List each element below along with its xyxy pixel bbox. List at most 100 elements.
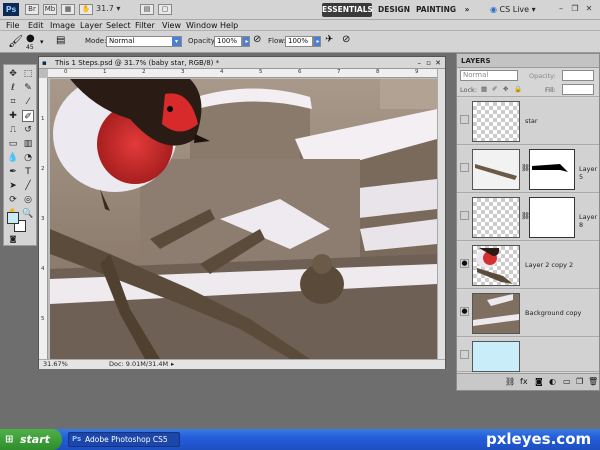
- menu-layer[interactable]: Layer: [80, 20, 102, 31]
- flow-arrow-icon[interactable]: ▸: [313, 36, 321, 47]
- quick-select-tool-icon[interactable]: ✎: [22, 82, 34, 94]
- brush-panel-icon[interactable]: ▤: [56, 36, 65, 46]
- menu-edit[interactable]: Edit: [28, 20, 44, 31]
- lock-position-icon[interactable]: ✥: [503, 85, 508, 93]
- menu-help[interactable]: Help: [220, 20, 238, 31]
- gradient-tool-icon[interactable]: ▥: [22, 138, 34, 150]
- mode-select[interactable]: Normal ▾: [106, 36, 182, 47]
- eraser-tool-icon[interactable]: ▭: [7, 138, 19, 150]
- bridge-icon[interactable]: Br: [25, 4, 39, 15]
- doc-minimize-icon[interactable]: –: [418, 57, 422, 69]
- extras-icon[interactable]: ▦: [61, 4, 75, 15]
- layer-name[interactable]: Layer 8: [579, 213, 599, 229]
- pressure-size-icon[interactable]: ⊘: [342, 35, 350, 45]
- visibility-toggle[interactable]: ●: [460, 259, 469, 268]
- layer-opacity-input[interactable]: [562, 70, 594, 81]
- menu-filter[interactable]: Filter: [135, 20, 155, 31]
- path-select-tool-icon[interactable]: ➤: [7, 180, 19, 192]
- dodge-tool-icon[interactable]: ◔: [22, 152, 34, 164]
- visibility-toggle[interactable]: [460, 115, 469, 124]
- 3d-rotate-tool-icon[interactable]: ⟳: [7, 194, 19, 206]
- status-zoom[interactable]: 31.67%: [43, 360, 68, 369]
- image-canvas[interactable]: [50, 79, 437, 359]
- history-brush-tool-icon[interactable]: ↺: [22, 124, 34, 136]
- flow-input[interactable]: 100%: [285, 36, 313, 47]
- lock-transparency-icon[interactable]: ▦: [481, 85, 487, 93]
- brush-tool-active-icon[interactable]: ✐: [22, 110, 34, 122]
- marquee-tool-icon[interactable]: ⬚: [22, 68, 34, 80]
- menu-window[interactable]: Window: [186, 20, 218, 31]
- minimize-icon[interactable]: –: [555, 3, 567, 14]
- quick-mask-icon[interactable]: ◙: [7, 233, 19, 245]
- menu-file[interactable]: File: [6, 20, 19, 31]
- status-arrow-icon[interactable]: ▸: [171, 360, 174, 369]
- restore-icon[interactable]: ❐: [569, 3, 581, 14]
- layer-row-partial[interactable]: [457, 338, 599, 372]
- visibility-toggle[interactable]: ●: [460, 307, 469, 316]
- layer-row-layer-5[interactable]: ⛓ Layer 5: [457, 146, 599, 193]
- add-mask-icon[interactable]: ◙: [535, 377, 543, 386]
- document-tab[interactable]: ▪ This 1 Steps.psd @ 31.7% (baby star, R…: [39, 57, 445, 69]
- menu-view[interactable]: View: [162, 20, 181, 31]
- workspace-essentials[interactable]: ESSENTIALS: [322, 3, 373, 17]
- new-layer-icon[interactable]: ❐: [576, 377, 583, 386]
- menu-select[interactable]: Select: [106, 20, 131, 31]
- foreground-color-swatch[interactable]: [7, 212, 19, 224]
- layers-panel-tab[interactable]: LAYERS: [457, 54, 599, 68]
- layer-name[interactable]: Layer 5: [579, 165, 599, 181]
- hand-zoom-icon[interactable]: ✋: [79, 4, 93, 15]
- more-workspaces-button[interactable]: »: [460, 3, 474, 17]
- shape-tool-icon[interactable]: ╱: [22, 180, 34, 192]
- zoom-level[interactable]: 31.7 ▾: [96, 4, 136, 16]
- layer-name[interactable]: Layer 2 copy 2: [525, 261, 573, 269]
- new-group-icon[interactable]: ▭: [563, 377, 571, 386]
- layer-mask-thumbnail[interactable]: [529, 197, 575, 238]
- brush-picker-arrow-icon[interactable]: ▾: [40, 38, 44, 46]
- layer-name[interactable]: Background copy: [525, 309, 581, 317]
- clone-stamp-tool-icon[interactable]: ⎍: [7, 124, 19, 136]
- lock-image-icon[interactable]: ✐: [492, 85, 497, 93]
- opacity-input[interactable]: 100%: [214, 36, 242, 47]
- layer-mask-thumbnail[interactable]: [529, 149, 575, 190]
- crop-tool-icon[interactable]: ⌗: [7, 96, 19, 108]
- doc-close-icon[interactable]: ✕: [435, 57, 441, 69]
- eyedropper-tool-icon[interactable]: ⁄: [22, 96, 34, 108]
- lasso-tool-icon[interactable]: ℓ: [7, 82, 19, 94]
- cs-live-button[interactable]: ◉ CS Live ▾: [490, 3, 536, 17]
- close-icon[interactable]: ✕: [583, 3, 595, 14]
- visibility-toggle[interactable]: [460, 350, 469, 359]
- 3d-orbit-tool-icon[interactable]: ◎: [22, 194, 34, 206]
- type-tool-icon[interactable]: T: [22, 166, 34, 178]
- layer-name[interactable]: star: [525, 117, 538, 125]
- screen-mode-icon[interactable]: ▢: [158, 4, 172, 15]
- layer-style-icon[interactable]: fx: [520, 377, 528, 386]
- vertical-scrollbar[interactable]: [437, 69, 445, 359]
- visibility-toggle[interactable]: [460, 211, 469, 220]
- lock-all-icon[interactable]: 🔒: [514, 85, 522, 93]
- menu-image[interactable]: Image: [50, 20, 75, 31]
- brush-preset-icon[interactable]: ●: [26, 34, 35, 44]
- doc-maximize-icon[interactable]: ▫: [426, 57, 431, 69]
- healing-brush-tool-icon[interactable]: ✚: [7, 110, 19, 122]
- start-button[interactable]: ⊞ start: [0, 429, 62, 450]
- layer-row-star[interactable]: star: [457, 98, 599, 145]
- pressure-opacity-icon[interactable]: ⊘: [253, 35, 261, 45]
- blur-tool-icon[interactable]: 💧: [7, 152, 19, 164]
- delete-layer-icon[interactable]: 🗑: [588, 377, 598, 386]
- layer-blend-mode-select[interactable]: Normal: [460, 70, 518, 81]
- layer-row-layer-2-copy-2[interactable]: ● Layer 2 copy 2: [457, 242, 599, 289]
- zoom-tool-icon[interactable]: 🔍: [22, 208, 34, 220]
- layer-row-layer-8[interactable]: ⛓ Layer 8: [457, 194, 599, 241]
- minibridge-icon[interactable]: Mb: [43, 4, 57, 15]
- adjustment-layer-icon[interactable]: ◐: [549, 377, 556, 386]
- status-doc-size[interactable]: Doc: 9.01M/31.4M: [109, 360, 168, 369]
- visibility-toggle[interactable]: [460, 163, 469, 172]
- layer-fill-input[interactable]: [562, 84, 594, 95]
- brush-tool-icon[interactable]: 🖌: [8, 35, 23, 47]
- link-layers-icon[interactable]: ⛓: [505, 377, 515, 386]
- taskbar-photoshop[interactable]: Ps Adobe Photoshop CS5: [68, 432, 180, 447]
- pen-tool-icon[interactable]: ✒: [7, 166, 19, 178]
- opacity-arrow-icon[interactable]: ▸: [242, 36, 250, 47]
- arrange-documents-icon[interactable]: ▤: [140, 4, 154, 15]
- move-tool-icon[interactable]: ✥: [7, 68, 19, 80]
